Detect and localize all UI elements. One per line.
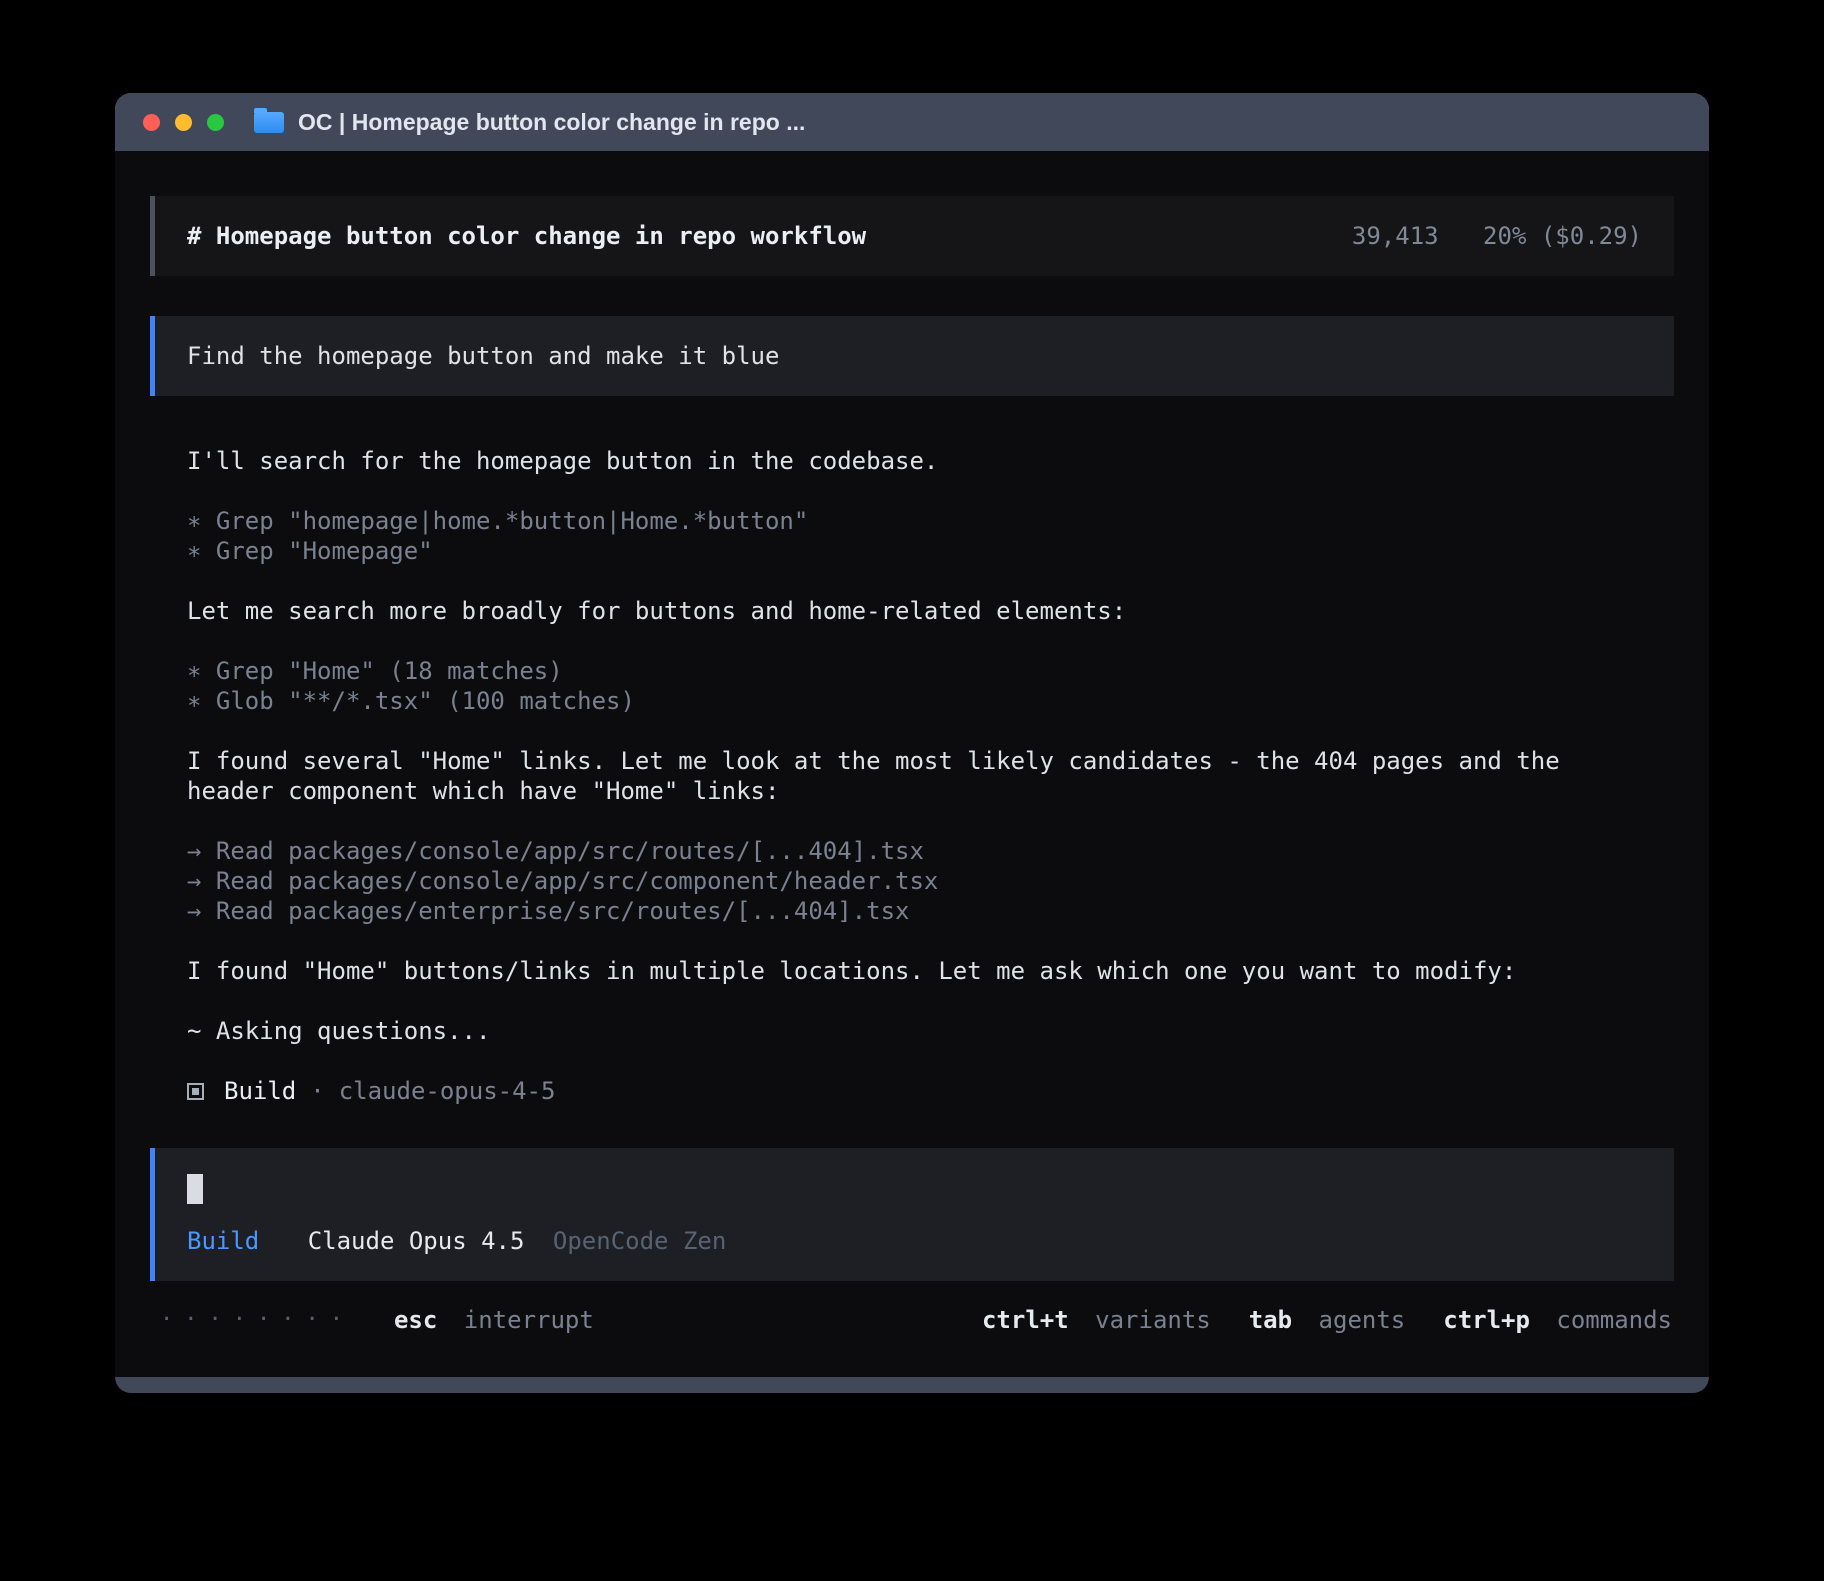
traffic-lights [143,114,224,131]
shortcut-label: variants [1095,1306,1211,1334]
tool-call: ∗ Grep "homepage|home.*button|Home.*butt… [187,506,1654,536]
window-title: OC | Homepage button color change in rep… [298,109,805,136]
read-call: → Read packages/console/app/src/routes/[… [187,836,1654,866]
terminal-content: # Homepage button color change in repo w… [115,151,1709,1377]
conversation: I'll search for the homepage button in t… [150,446,1674,1106]
model-name: Claude Opus 4.5 [308,1227,525,1255]
shortcut-key: tab [1249,1306,1292,1334]
tool-call: ∗ Grep "Homepage" [187,536,1654,566]
agent-mode-label: Build [187,1227,259,1255]
shortcut-interrupt: esc interrupt [394,1305,594,1335]
token-count: 39,413 [1352,222,1439,250]
shortcut-variants: ctrl+t variants [982,1305,1211,1335]
shortcut-agents: tab agents [1249,1305,1406,1335]
read-call-group: → Read packages/console/app/src/routes/[… [187,836,1654,926]
tool-call: ∗ Grep "Home" (18 matches) [187,656,1654,686]
shortcut-commands: ctrl+p commands [1443,1305,1672,1335]
context-cost: 20% ($0.29) [1483,222,1642,250]
app-window: OC | Homepage button color change in rep… [115,93,1709,1393]
user-message: Find the homepage button and make it blu… [150,316,1674,396]
session-header: # Homepage button color change in repo w… [150,196,1674,276]
read-call: → Read packages/enterprise/src/routes/[.… [187,896,1654,926]
separator-dot: · [310,1076,324,1106]
agent-status-icon [187,1083,204,1100]
shortcut-key: esc [394,1306,437,1334]
agent-name: Build [224,1076,296,1106]
prompt-input[interactable]: Build Claude Opus 4.5 OpenCode Zen [150,1148,1674,1281]
status-bar-left: ········ esc interrupt [160,1305,594,1335]
assistant-status: ~ Asking questions... [187,1016,1654,1046]
zoom-button[interactable] [207,114,224,131]
assistant-text: I'll search for the homepage button in t… [187,446,1654,476]
status-bar: ········ esc interrupt ctrl+t variants t… [150,1305,1674,1335]
model-provider: OpenCode Zen [553,1227,726,1255]
shortcut-key: ctrl+p [1443,1306,1530,1334]
session-stats: 39,413 20% ($0.29) [1352,221,1642,251]
folder-icon [254,112,284,133]
status-bar-right: ctrl+t variants tab agents ctrl+p comman… [982,1305,1672,1335]
tool-call-group: ∗ Grep "homepage|home.*button|Home.*butt… [187,506,1654,566]
window-titlebar: OC | Homepage button color change in rep… [115,93,1709,151]
tool-call: ∗ Glob "**/*.tsx" (100 matches) [187,686,1654,716]
assistant-text: Let me search more broadly for buttons a… [187,596,1654,626]
assistant-text: I found several "Home" links. Let me loo… [187,746,1654,806]
spinner-dots: ········ [160,1305,354,1335]
text-cursor [187,1174,203,1204]
assistant-text: I found "Home" buttons/links in multiple… [187,956,1654,986]
read-call: → Read packages/console/app/src/componen… [187,866,1654,896]
shortcut-key: ctrl+t [982,1306,1069,1334]
agent-model: claude-opus-4-5 [339,1076,556,1106]
agent-status-line: Build · claude-opus-4-5 [187,1076,1654,1106]
shortcut-label: commands [1556,1306,1672,1334]
input-line[interactable] [187,1173,1642,1204]
user-message-text: Find the homepage button and make it blu… [187,342,779,370]
close-button[interactable] [143,114,160,131]
shortcut-label: interrupt [464,1306,594,1334]
session-title: # Homepage button color change in repo w… [187,221,866,251]
model-line: Build Claude Opus 4.5 OpenCode Zen [187,1226,1642,1256]
tool-call-group: ∗ Grep "Home" (18 matches) ∗ Glob "**/*.… [187,656,1654,716]
shortcut-label: agents [1319,1306,1406,1334]
minimize-button[interactable] [175,114,192,131]
